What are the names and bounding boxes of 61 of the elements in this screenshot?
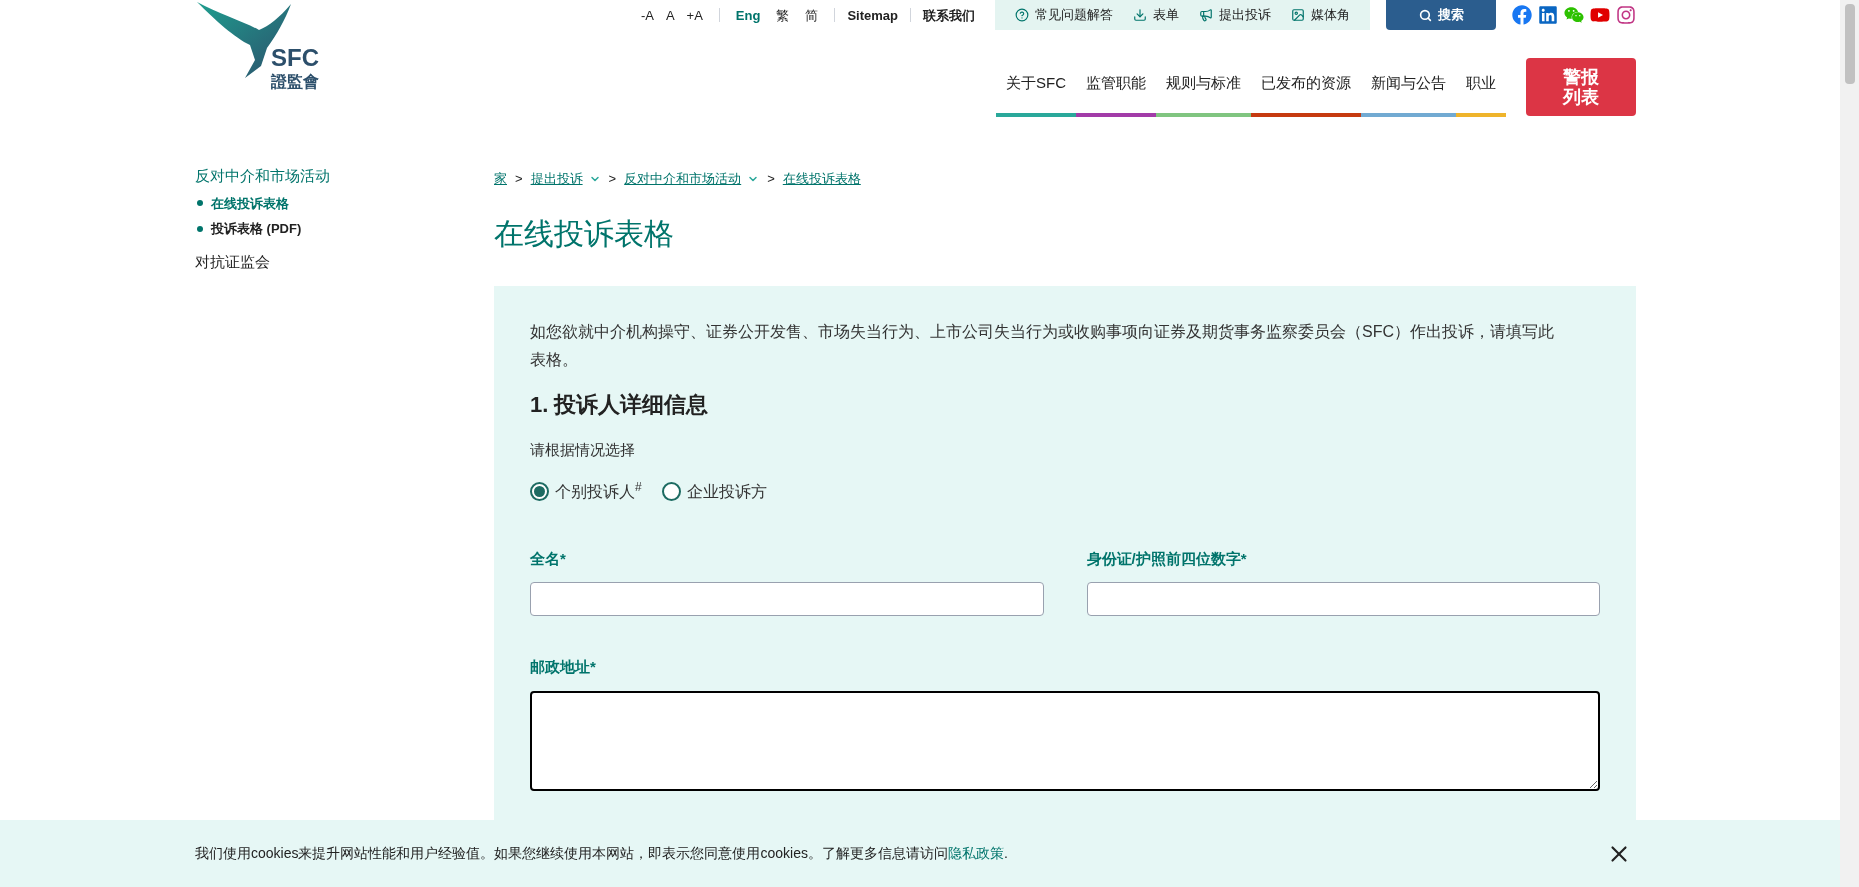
nav-item[interactable]: 关于SFC (996, 58, 1076, 117)
font-size-button[interactable]: +A (686, 8, 703, 22)
header-link[interactable]: 联系我们 (923, 8, 975, 22)
nav-item[interactable]: 规则与标准 (1156, 58, 1251, 117)
sidebar-item[interactable]: 投诉表格 (PDF) (211, 219, 302, 239)
logo-chinese-text: 證監會 (271, 74, 319, 90)
address-field[interactable] (530, 690, 1600, 791)
breadcrumb-link[interactable]: 家 (494, 169, 507, 189)
nav-item[interactable]: 已发布的资源 (1251, 58, 1361, 117)
instagram-icon[interactable] (1616, 5, 1636, 25)
language-link[interactable]: Eng (735, 8, 761, 22)
megaphone-icon (1199, 8, 1213, 22)
radio-label[interactable]: 企业投诉方 (686, 479, 767, 504)
nav-item[interactable]: 新闻与公告 (1361, 58, 1456, 117)
youtube-icon[interactable] (1590, 5, 1610, 25)
intro-text: 如您欲就中介机构操守、证券公开发售、市场失当行为、上市公司失当行为或收购事项向证券及期货事务监察委员会（SFC）作出投诉，请填写此表格。 (530, 322, 1555, 370)
header-link[interactable]: Sitemap (847, 8, 898, 22)
breadcrumb-separator: > (608, 170, 617, 188)
language-link[interactable]: 简 (805, 8, 819, 22)
breadcrumb-link[interactable]: 反对中介和市场活动 (624, 169, 742, 189)
section-title: 1. 投诉人详细信息 (530, 391, 710, 419)
field-label: 全名* (530, 548, 567, 569)
image-icon (1291, 8, 1305, 22)
quick-link[interactable]: 常见问题解答 (1015, 5, 1113, 25)
sidebar-section-link[interactable]: 反对中介和市场活动 (195, 165, 494, 188)
font-size-button[interactable]: A (665, 8, 675, 22)
quick-link[interactable]: 提出投诉 (1199, 5, 1271, 25)
quick-link[interactable]: 媒体角 (1291, 5, 1350, 25)
radio-button[interactable] (530, 482, 549, 501)
linkedin-icon[interactable] (1538, 5, 1558, 25)
breadcrumb-link[interactable]: 在线投诉表格 (782, 169, 861, 189)
search-icon (1418, 8, 1432, 22)
field-label: 邮政地址* (530, 657, 597, 677)
text-field[interactable] (530, 582, 1044, 616)
field-label: 身份证/护照前四位数字* (1086, 548, 1248, 569)
search-button[interactable]: 搜索 (1386, 0, 1496, 30)
alert-list-button[interactable]: 警报 列表 (1526, 58, 1636, 116)
radio-label[interactable]: 个别投诉人$^{#}$ (555, 479, 642, 504)
facebook-icon[interactable] (1512, 5, 1532, 25)
cookie-text: 我们使用cookies来提升网站性能和用户经验值。如果您继续使用本网站，即表示您同意使用cookies。了解更多信息请访问隐私政策. (195, 844, 1008, 863)
language-link[interactable]: 繁 (776, 8, 790, 22)
breadcrumb-link[interactable]: 提出投诉 (530, 169, 583, 189)
prompt-text: 请根据情况选择 (530, 440, 636, 460)
font-size-button[interactable]: -A (640, 8, 654, 22)
breadcrumb-separator: > (515, 170, 523, 188)
privacy-policy-link[interactable]: 隐私政策 (947, 845, 1004, 861)
sidebar-link[interactable]: 对抗证监会 (195, 250, 494, 273)
logo-text: SFC (271, 46, 319, 70)
text-field[interactable] (1086, 582, 1600, 616)
bullet-icon (197, 225, 203, 232)
quick-link[interactable]: 表单 (1133, 5, 1179, 25)
help-icon (1015, 8, 1029, 22)
breadcrumb-separator: > (767, 170, 775, 188)
page-title: 在线投诉表格 (494, 215, 675, 252)
download-icon (1133, 8, 1147, 22)
scrollbar[interactable] (1840, 0, 1859, 887)
bullet-icon (197, 200, 203, 207)
sidebar-item[interactable]: 在线投诉表格 (211, 193, 289, 213)
nav-item[interactable]: 职业 (1456, 58, 1506, 117)
radio-button[interactable] (661, 482, 681, 501)
nav-item[interactable]: 监管职能 (1076, 58, 1156, 117)
